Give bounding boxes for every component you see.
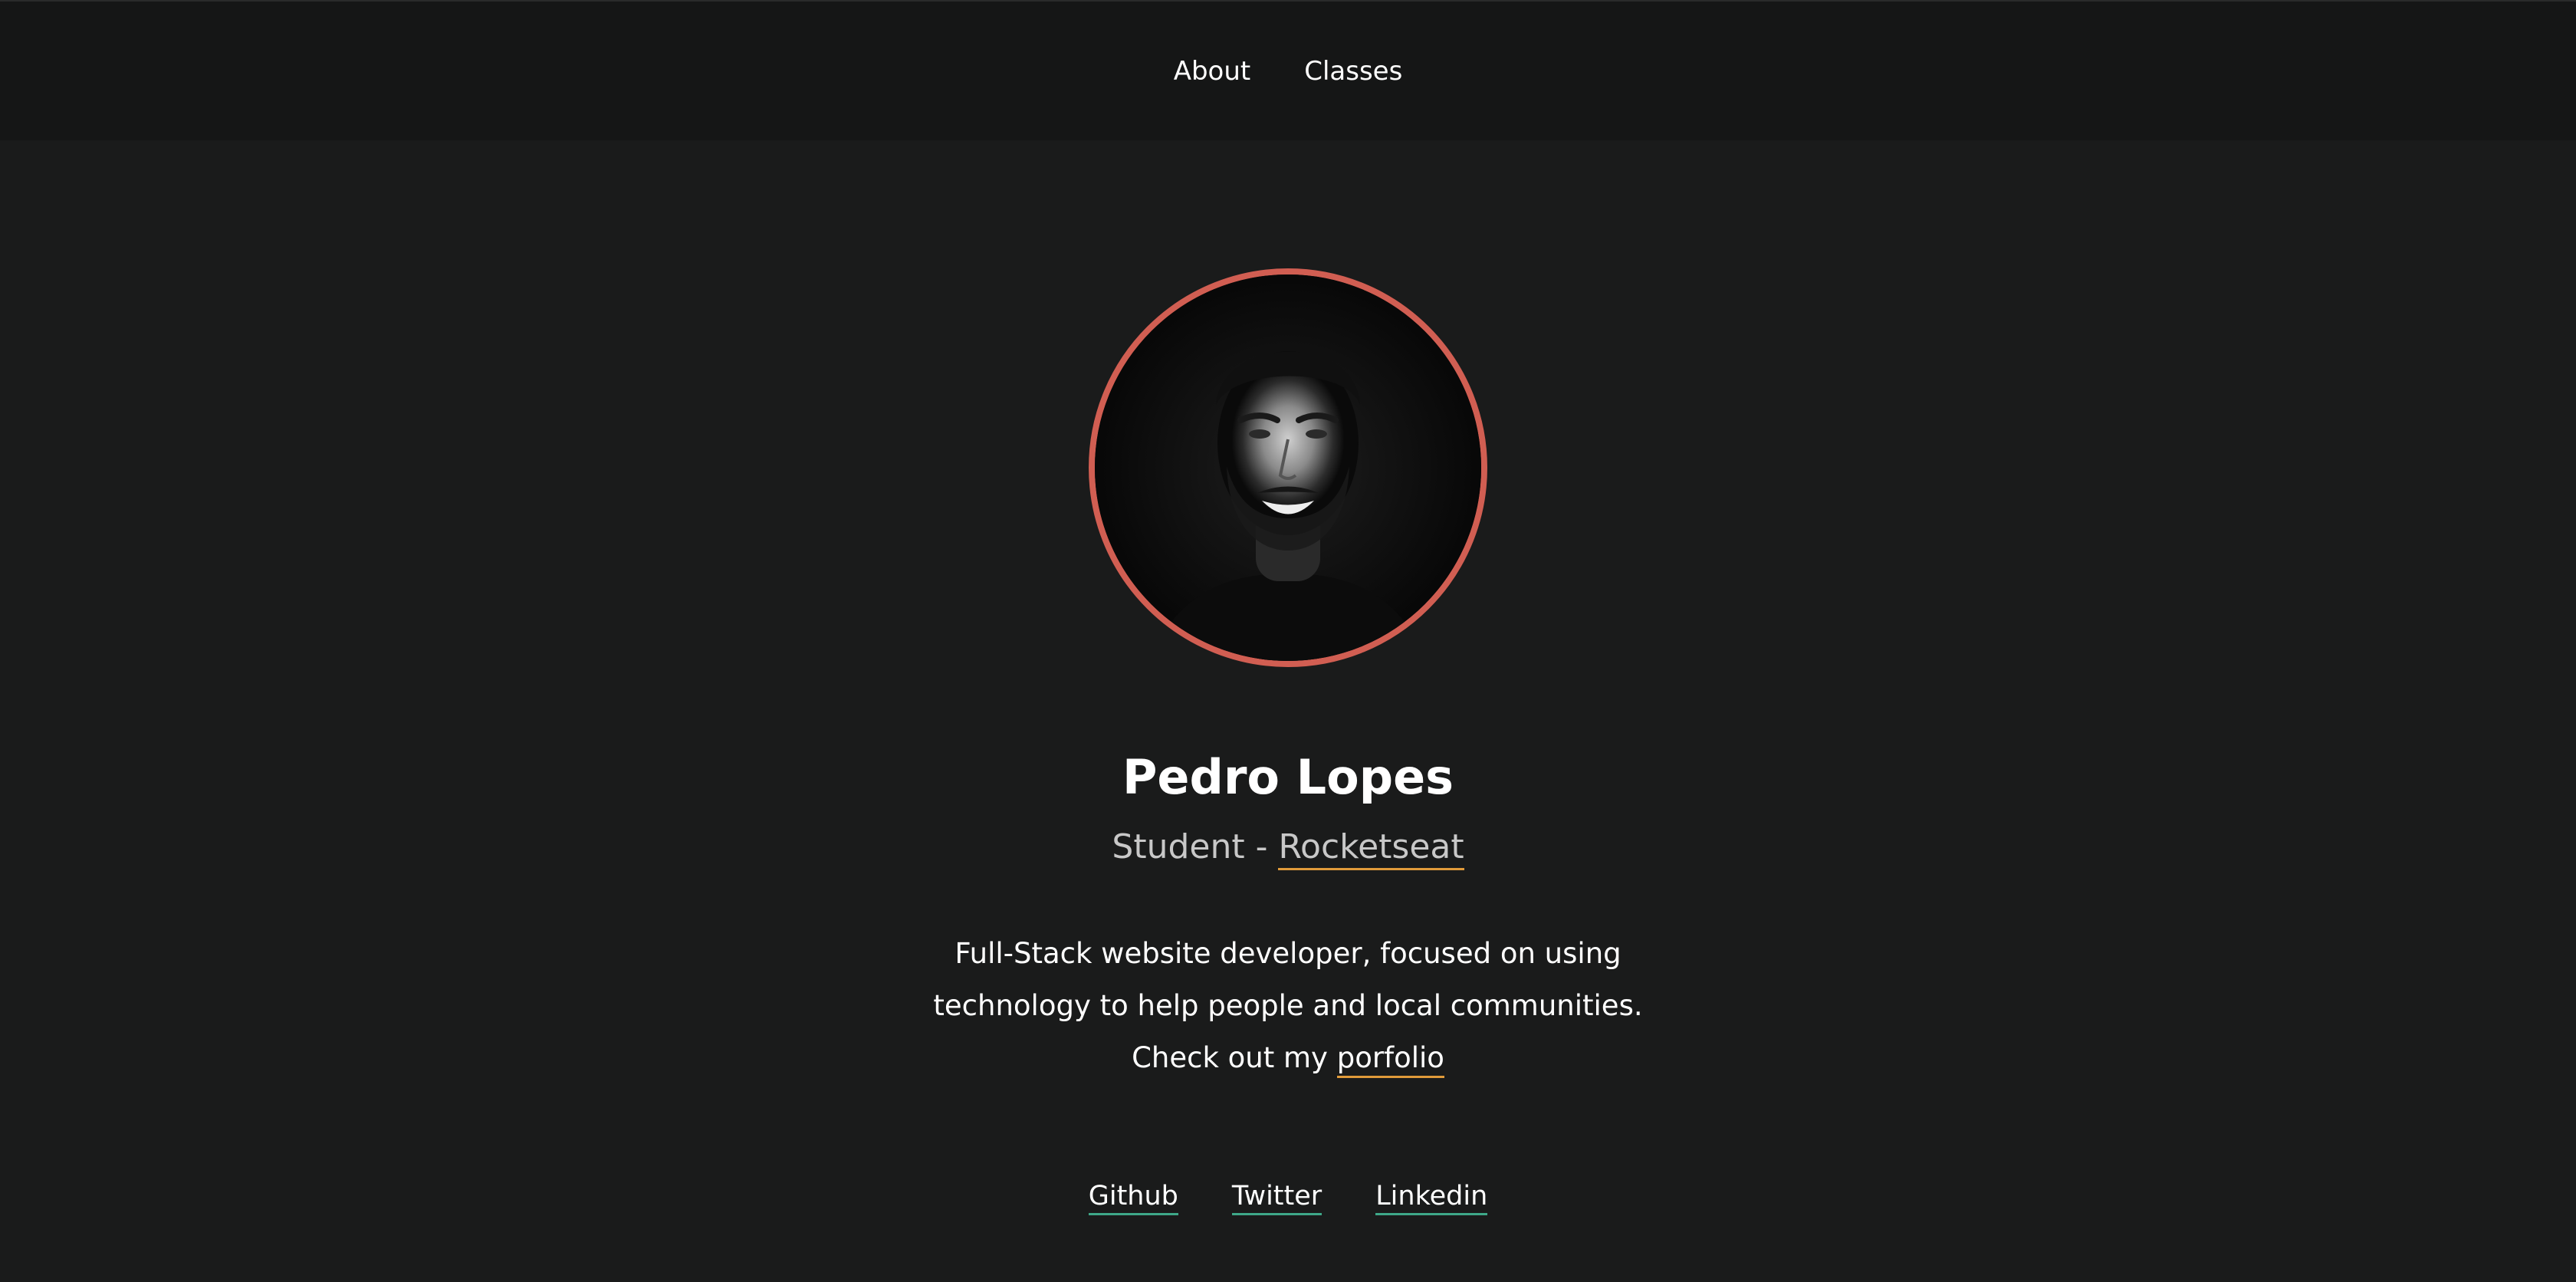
twitter-link[interactable]: Twitter bbox=[1231, 1181, 1322, 1215]
github-link[interactable]: Github bbox=[1088, 1181, 1178, 1215]
main-nav: About Classes bbox=[0, 2, 2576, 140]
profile-bio: Full-Stack website developer, focused on… bbox=[889, 928, 1687, 1084]
avatar-photo bbox=[1095, 274, 1481, 661]
bio-cta-prefix: Check out my bbox=[1132, 1041, 1337, 1074]
bio-line-1: Full-Stack website developer, focused on… bbox=[955, 937, 1622, 970]
nav-link-classes[interactable]: Classes bbox=[1304, 56, 1402, 87]
role-prefix: Student - bbox=[1112, 827, 1279, 866]
social-links: Github Twitter Linkedin bbox=[0, 1181, 2576, 1215]
avatar bbox=[1089, 268, 1487, 667]
rocketseat-link[interactable]: Rocketseat bbox=[1278, 827, 1464, 870]
portfolio-link[interactable]: porfolio bbox=[1336, 1041, 1444, 1078]
profile-name: Pedro Lopes bbox=[1122, 749, 1454, 805]
profile-role: Student - Rocketseat bbox=[0, 827, 2576, 870]
bio-line-2: technology to help people and local comm… bbox=[933, 989, 1643, 1022]
linkedin-link[interactable]: Linkedin bbox=[1375, 1181, 1488, 1215]
bio-line-3: Check out my porfolio bbox=[889, 1032, 1687, 1084]
nav-link-about[interactable]: About bbox=[1174, 56, 1251, 87]
page: About Classes Pedro Lopes Student - Rock… bbox=[0, 0, 2576, 1282]
